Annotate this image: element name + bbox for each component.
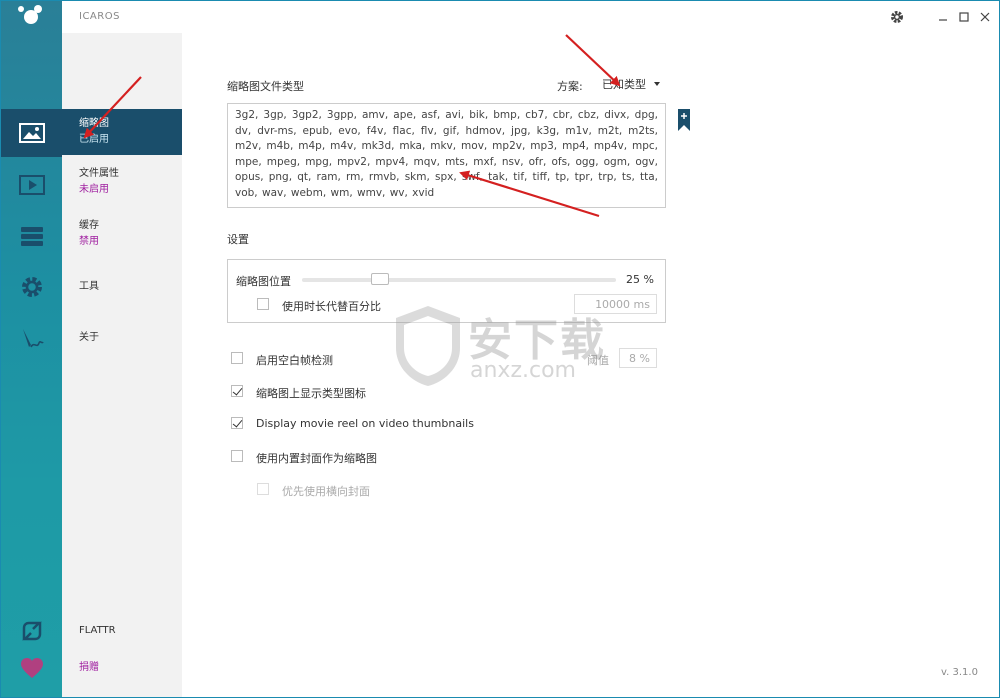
rail-cache-button[interactable]	[1, 212, 62, 260]
show-type-icon-label: 缩略图上显示类型图标	[256, 387, 366, 400]
watermark: 安下载 anxz.com	[392, 304, 612, 394]
file-types-title: 缩略图文件类型	[227, 80, 304, 93]
use-duration-label: 使用时长代替百分比	[282, 300, 381, 313]
play-icon	[18, 175, 45, 195]
heart-icon	[20, 658, 43, 678]
embedded-cover-label: 使用内置封面作为缩略图	[256, 452, 377, 465]
settings-button[interactable]	[889, 9, 905, 25]
slider-handle[interactable]	[371, 273, 389, 285]
nav-item-label: 关于	[79, 332, 99, 343]
thumb-position-value: 25 %	[626, 273, 654, 286]
use-duration-checkbox[interactable]	[257, 298, 269, 310]
nav-item-donate[interactable]: 捐赠	[62, 660, 182, 680]
app-logo-icon	[1, 1, 62, 33]
scheme-value: 已知类型	[602, 78, 646, 91]
minimize-button[interactable]	[935, 9, 951, 25]
nav-item-status: 已启用	[79, 134, 109, 145]
landscape-cover-label: 优先使用横向封面	[282, 485, 370, 498]
nav-item-label: 缓存	[79, 220, 99, 231]
shield-logo-icon	[396, 306, 460, 386]
thumb-position-label: 缩略图位置	[236, 275, 291, 288]
title-bar: ICAROS	[62, 1, 999, 33]
version-label: v. 3.1.0	[941, 667, 978, 678]
database-icon	[20, 227, 43, 246]
rail-thumbnails-button[interactable]	[1, 109, 62, 157]
app-window: 缩略图 已启用 文件属性 未启用 缓存 禁用 工具 关于 FLATTR 捐赠 I…	[0, 0, 1000, 698]
blank-frame-checkbox[interactable]	[231, 352, 243, 364]
nav-item-label: FLATTR	[79, 625, 116, 636]
extensions-textarea[interactable]: 3g2, 3gp, 3gp2, 3gpp, amv, ape, asf, avi…	[227, 103, 666, 208]
movie-reel-label: Display movie reel on video thumbnails	[256, 417, 474, 430]
show-type-icon-checkbox[interactable]	[231, 385, 243, 397]
settings-title: 设置	[227, 233, 249, 246]
thumb-position-slider[interactable]	[302, 278, 616, 282]
embedded-cover-checkbox[interactable]	[231, 450, 243, 462]
nav-item-label: 工具	[79, 281, 99, 292]
close-icon	[980, 12, 990, 22]
image-icon	[18, 123, 45, 143]
maximize-icon	[959, 12, 969, 22]
nav-item-status: 禁用	[79, 236, 99, 247]
nav-item-cache[interactable]: 缓存 禁用	[62, 218, 182, 258]
bookmark-add-button[interactable]	[678, 109, 690, 131]
close-button[interactable]	[977, 9, 993, 25]
maximize-button[interactable]	[956, 9, 972, 25]
flattr-icon	[21, 621, 42, 641]
nav-item-label: 捐赠	[79, 662, 99, 673]
threshold-input[interactable]: 8 %	[619, 348, 657, 368]
nav-item-label: 文件属性	[79, 168, 119, 179]
nav-panel: 缩略图 已启用 文件属性 未启用 缓存 禁用 工具 关于 FLATTR 捐赠	[62, 1, 182, 697]
rail-donate-button[interactable]	[1, 644, 62, 692]
landscape-cover-checkbox[interactable]	[257, 483, 269, 495]
gear-icon	[21, 277, 42, 297]
gear-icon	[891, 11, 903, 23]
rail-properties-button[interactable]	[1, 161, 62, 209]
nav-item-properties[interactable]: 文件属性 未启用	[62, 166, 182, 206]
nav-item-status: 未启用	[79, 184, 109, 195]
rail-about-button[interactable]	[1, 314, 62, 362]
app-title: ICAROS	[79, 11, 120, 22]
bookmark-plus-icon	[678, 109, 690, 131]
nav-item-thumbnails[interactable]: 缩略图 已启用	[62, 109, 182, 155]
nav-item-flattr[interactable]: FLATTR	[62, 623, 182, 643]
icon-rail	[1, 1, 62, 697]
rail-tools-button[interactable]	[1, 263, 62, 311]
nav-item-about[interactable]: 关于	[62, 330, 182, 350]
watermark-sub-text: anxz.com	[470, 358, 576, 383]
pen-signature-icon	[22, 329, 44, 348]
movie-reel-checkbox[interactable]	[231, 417, 243, 429]
nav-item-tools[interactable]: 工具	[62, 279, 182, 299]
minimize-icon	[939, 19, 947, 21]
chevron-down-icon	[654, 82, 660, 86]
scheme-label: 方案:	[557, 80, 583, 93]
nav-item-label: 缩略图	[79, 118, 109, 129]
blank-frame-label: 启用空白帧检测	[256, 354, 333, 367]
scheme-dropdown[interactable]: 已知类型	[602, 74, 664, 94]
